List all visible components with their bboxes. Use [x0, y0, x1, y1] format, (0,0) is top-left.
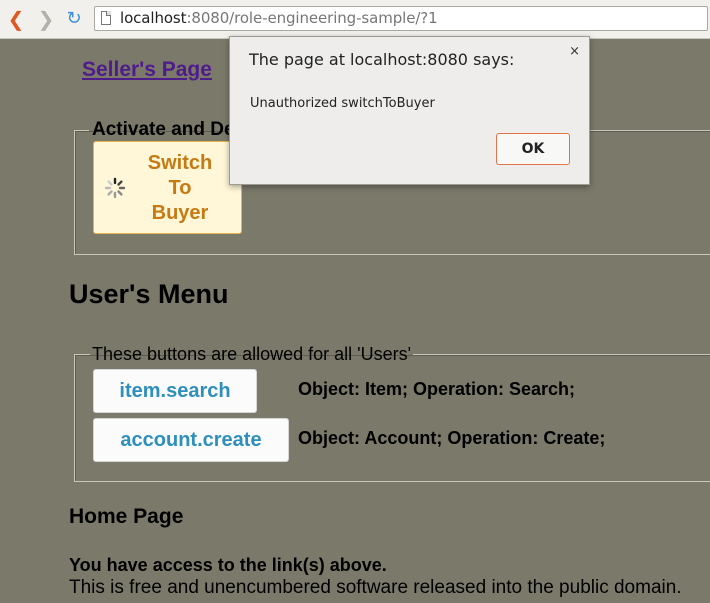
reload-icon[interactable]: ↻ [64, 9, 84, 29]
address-bar[interactable]: localhost:8080/role-engineering-sample/?… [94, 6, 708, 31]
account-create-description: Object: Account; Operation: Create; [298, 428, 606, 448]
license-text: This is free and unencumbered software r… [69, 577, 682, 598]
activate-legend: Activate and De [92, 119, 235, 140]
users-menu-heading: User's Menu [69, 279, 229, 309]
close-icon[interactable]: × [569, 44, 580, 59]
url-text[interactable]: localhost:8080/role-engineering-sample/?… [120, 9, 438, 27]
account-create-button[interactable]: account.create [93, 418, 289, 462]
home-page-heading: Home Page [69, 505, 184, 528]
dialog-title: The page at localhost:8080 says: [249, 50, 515, 69]
forward-arrow-icon[interactable]: ❯ [36, 9, 56, 29]
switch-to-buyer-button[interactable]: Switch To Buyer [93, 141, 242, 234]
page-icon [101, 11, 111, 25]
item-search-description: Object: Item; Operation: Search; [298, 379, 576, 399]
back-arrow-icon[interactable]: ❮ [6, 9, 26, 29]
alert-dialog: The page at localhost:8080 says: × Unaut… [229, 36, 590, 185]
ok-button[interactable]: OK [496, 133, 570, 165]
users-legend: These buttons are allowed for all 'Users… [92, 344, 412, 364]
switch-to-buyer-label: Switch To Buyer [147, 152, 213, 224]
access-message: You have access to the link(s) above. [69, 555, 387, 575]
loading-spinner-icon [104, 177, 126, 199]
seller-page-link[interactable]: Seller's Page [82, 58, 212, 82]
item-search-button[interactable]: item.search [93, 369, 257, 413]
dialog-message: Unauthorized switchToBuyer [250, 96, 435, 111]
browser-toolbar: ❮ ❯ ↻ localhost:8080/role-engineering-sa… [0, 0, 710, 39]
